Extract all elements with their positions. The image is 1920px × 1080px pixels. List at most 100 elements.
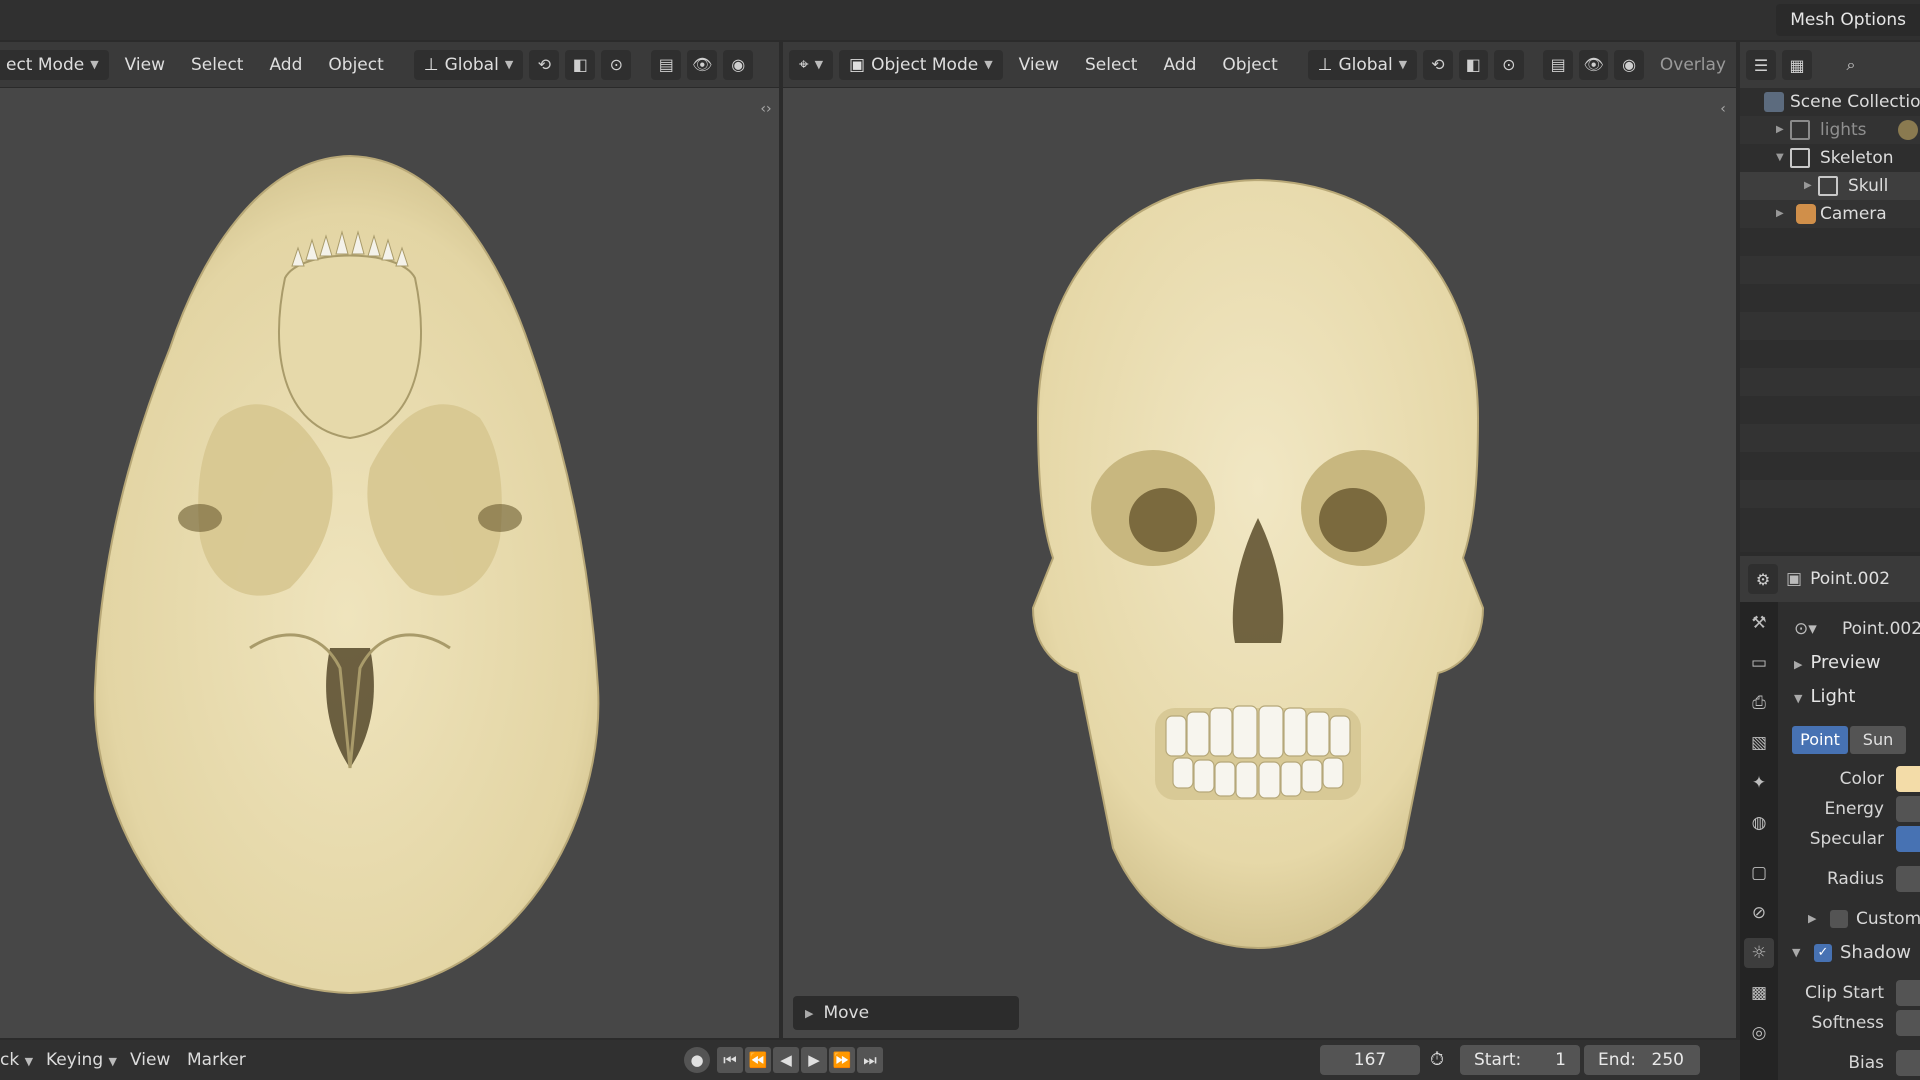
skull-front-view[interactable] [783, 88, 1736, 988]
left-3d-viewport[interactable]: ect Mode ▼ View Select Add Object ⊥ Glob… [0, 42, 779, 1038]
jump-keyframe-forward-icon[interactable]: ⏩ [829, 1047, 855, 1073]
render-tab-icon[interactable]: ▭ [1744, 648, 1774, 678]
light-data-tab-icon[interactable]: ☼ [1744, 938, 1774, 968]
world-tab-icon[interactable]: ◍ [1744, 808, 1774, 838]
outliner-item-lights[interactable]: ▶ lights [1740, 116, 1920, 144]
object-tab-icon[interactable]: ▢ [1744, 858, 1774, 888]
color-row[interactable]: Color [1780, 764, 1920, 794]
bias-field[interactable] [1896, 1050, 1920, 1076]
end-label: End: [1598, 1050, 1637, 1070]
last-operator-panel[interactable]: ▶ Move [793, 996, 1019, 1030]
search-icon[interactable]: ⌕ [1836, 50, 1866, 80]
outliner-item-skeleton[interactable]: ▼ Skeleton [1740, 144, 1920, 172]
snap-icon[interactable]: ⟲ [1423, 49, 1453, 80]
outliner-panel[interactable]: ☰ ▦ ⌕ Scene Collection ▶ lights ▼ Skelet… [1740, 42, 1920, 552]
right-menu-object[interactable]: Object [1212, 50, 1287, 80]
marker-menu[interactable]: Marker [187, 1046, 246, 1074]
scene-tab-icon[interactable]: ✦ [1744, 768, 1774, 798]
timeline-view-menu[interactable]: View [130, 1046, 170, 1074]
left-menu-select[interactable]: Select [181, 50, 253, 80]
softness-row[interactable]: Softness [1780, 1008, 1920, 1038]
record-icon[interactable]: ● [684, 1047, 710, 1073]
display-mode-icon[interactable]: ▦ [1782, 50, 1812, 80]
bias-row[interactable]: Bias [1780, 1048, 1920, 1078]
mesh-options-button[interactable]: Mesh Options [1776, 4, 1920, 36]
outliner-item-camera[interactable]: ▶ Camera [1740, 200, 1920, 228]
clip-start-row[interactable]: Clip Start [1780, 978, 1920, 1008]
specular-row[interactable]: Specular [1780, 824, 1920, 854]
outliner-editor-type-icon[interactable]: ☰ [1746, 50, 1776, 80]
light-section[interactable]: ▼ Light [1794, 686, 1855, 707]
playback-menu[interactable]: ck ▼ [0, 1046, 33, 1074]
snap-icon[interactable]: ⟲ [529, 49, 560, 80]
object-type-visibility-icon[interactable]: ▤ [651, 49, 682, 80]
right-3d-viewport[interactable]: ⌖ ▼ ▣ Object Mode ▼ View Select Add Obje… [783, 42, 1736, 1038]
editor-type-dropdown[interactable]: ⌖ ▼ [789, 49, 834, 80]
overlay-toggle-icon[interactable]: ◉ [1614, 49, 1644, 80]
properties-editor-type-icon[interactable]: ⚙ [1748, 564, 1778, 594]
left-menu-view[interactable]: View [115, 50, 175, 80]
preview-section[interactable]: ▶ Preview [1794, 652, 1881, 673]
chevron-right-icon: ▶ [1808, 912, 1817, 925]
outliner-empty-row [1740, 228, 1920, 256]
jump-keyframe-back-icon[interactable]: ⏪ [745, 1047, 771, 1073]
specular-field[interactable] [1896, 826, 1920, 852]
keying-menu[interactable]: Keying ▼ [46, 1046, 117, 1074]
overlays-dropdown[interactable]: Overlay [1650, 50, 1736, 80]
play-icon[interactable]: ▶ [801, 1047, 827, 1073]
clip-start-field[interactable] [1896, 980, 1920, 1006]
snap-target-icon[interactable]: ◧ [1458, 49, 1489, 80]
jump-end-icon[interactable]: ⏭ [857, 1047, 883, 1073]
softness-field[interactable] [1896, 1010, 1920, 1036]
gizmo-icon[interactable]: 👁 [1578, 49, 1609, 80]
area-split-arrows-icon[interactable]: ‹ [1712, 98, 1734, 120]
end-frame-field[interactable]: End: 250 [1584, 1045, 1700, 1075]
shadow-row[interactable]: ▼ ✓ Shadow [1780, 938, 1920, 968]
right-mode-dropdown[interactable]: ▣ Object Mode ▼ [839, 49, 1003, 80]
custom-checkbox[interactable] [1830, 910, 1848, 928]
physics-tab-icon[interactable]: ◎ [1744, 1018, 1774, 1048]
texture-tab-icon[interactable]: ▩ [1744, 978, 1774, 1008]
proportional-edit-icon[interactable]: ⊙ [1494, 49, 1524, 80]
shadow-checkbox[interactable]: ✓ [1814, 944, 1832, 962]
outliner-item-scene-collection[interactable]: Scene Collection [1740, 88, 1920, 116]
current-frame-field[interactable]: 167 [1320, 1045, 1420, 1075]
proportional-edit-icon[interactable]: ⊙ [601, 49, 632, 80]
object-type-visibility-icon[interactable]: ▤ [1543, 49, 1573, 80]
skull-bottom-view[interactable] [0, 88, 779, 1038]
energy-row[interactable]: Energy [1780, 794, 1920, 824]
constraints-tab-icon[interactable]: ⊘ [1744, 898, 1774, 928]
left-orientation-dropdown[interactable]: ⊥ Global ▼ [413, 49, 524, 80]
left-menu-object[interactable]: Object [318, 50, 393, 80]
radius-field[interactable] [1896, 866, 1920, 892]
start-frame-field[interactable]: Start: 1 [1460, 1045, 1580, 1075]
collection-icon [1818, 176, 1838, 196]
light-data-icon: ⊙▾ [1794, 619, 1817, 639]
snap-target-icon[interactable]: ◧ [565, 49, 596, 80]
area-split-arrows-icon[interactable]: ‹› [755, 98, 777, 120]
overlay-toggle-icon[interactable]: ◉ [723, 49, 754, 80]
light-type-sun-button[interactable]: Sun [1850, 726, 1906, 754]
right-menu-add[interactable]: Add [1153, 50, 1206, 80]
output-tab-icon[interactable]: ⎙ [1744, 688, 1774, 718]
left-mode-dropdown[interactable]: ect Mode ▼ [0, 49, 109, 80]
energy-field[interactable] [1896, 796, 1920, 822]
stopwatch-icon[interactable]: ⏱ [1430, 1046, 1444, 1074]
softness-label: Softness [1811, 1013, 1885, 1033]
radius-row[interactable]: Radius [1780, 864, 1920, 894]
play-reverse-icon[interactable]: ◀ [773, 1047, 799, 1073]
light-type-point-button[interactable]: Point [1792, 726, 1848, 754]
custom-row[interactable]: ▶ Custom I [1780, 904, 1920, 934]
gizmo-icon[interactable]: 👁 [687, 49, 718, 80]
right-menu-select[interactable]: Select [1075, 50, 1147, 80]
right-menu-view[interactable]: View [1009, 50, 1069, 80]
jump-start-icon[interactable]: ⏮ [717, 1047, 743, 1073]
view-layer-tab-icon[interactable]: ▧ [1744, 728, 1774, 758]
outliner-item-skull[interactable]: ▶ Skull [1740, 172, 1920, 200]
properties-panel[interactable]: ⚙ ▣ Point.002 ⚒ ▭ ⎙ ▧ ✦ ◍ ▢ ⊘ ☼ ▩ ◎ ⊙▾ P… [1740, 556, 1920, 1080]
tool-tab-icon[interactable]: ⚒ [1744, 608, 1774, 638]
right-orientation-dropdown[interactable]: ⊥ Global ▼ [1307, 49, 1418, 80]
light-data-row[interactable]: ⊙▾ Point.002 [1780, 614, 1920, 644]
left-menu-add[interactable]: Add [259, 50, 312, 80]
color-swatch[interactable] [1896, 766, 1920, 792]
